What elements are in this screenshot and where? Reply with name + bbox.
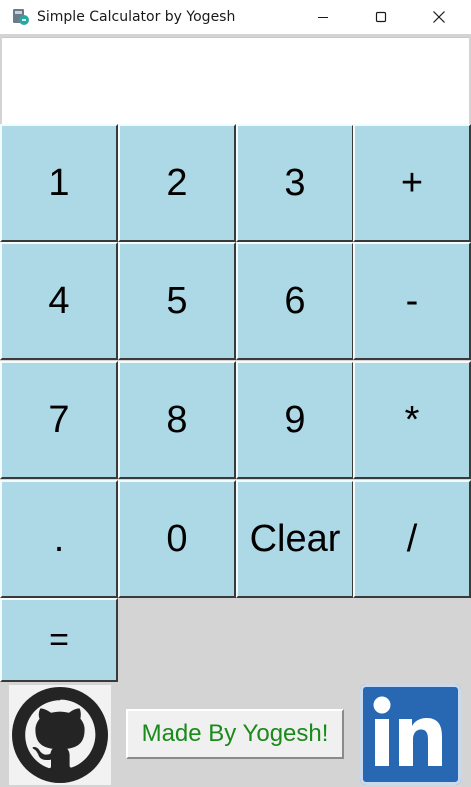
key-multiply[interactable]: * bbox=[353, 361, 471, 479]
app-icon bbox=[12, 8, 30, 26]
title-bar[interactable]: Simple Calculator by Yogesh bbox=[0, 0, 471, 34]
key-0[interactable]: 0 bbox=[118, 480, 236, 598]
key-6[interactable]: 6 bbox=[236, 242, 354, 360]
key-2[interactable]: 2 bbox=[118, 124, 236, 242]
key-5[interactable]: 5 bbox=[118, 242, 236, 360]
key-8[interactable]: 8 bbox=[118, 361, 236, 479]
clear-button[interactable]: Clear bbox=[236, 480, 354, 598]
minimize-button[interactable] bbox=[294, 0, 352, 34]
made-by-button[interactable]: Made By Yogesh! bbox=[126, 709, 344, 759]
key-4[interactable]: 4 bbox=[0, 242, 118, 360]
key-7[interactable]: 7 bbox=[0, 361, 118, 479]
key-3[interactable]: 3 bbox=[236, 124, 354, 242]
maximize-button[interactable] bbox=[352, 0, 410, 34]
calculator-window: Simple Calculator by Yogesh 1 2 3 + 4 5 … bbox=[0, 0, 471, 787]
github-icon bbox=[12, 687, 108, 783]
key-plus[interactable]: + bbox=[353, 124, 471, 242]
linkedin-icon bbox=[373, 696, 442, 766]
close-icon bbox=[433, 11, 445, 23]
calculator-display[interactable] bbox=[2, 37, 469, 124]
github-link[interactable] bbox=[9, 685, 111, 785]
maximize-icon bbox=[375, 11, 387, 23]
key-minus[interactable]: - bbox=[353, 242, 471, 360]
equals-button[interactable]: = bbox=[0, 598, 118, 682]
key-1[interactable]: 1 bbox=[0, 124, 118, 242]
minimize-icon bbox=[318, 17, 328, 18]
close-button[interactable] bbox=[410, 0, 468, 34]
key-decimal[interactable]: . bbox=[0, 480, 118, 598]
key-divide[interactable]: / bbox=[353, 480, 471, 598]
linkedin-link[interactable] bbox=[360, 684, 461, 785]
window-title: Simple Calculator by Yogesh bbox=[37, 9, 236, 25]
key-9[interactable]: 9 bbox=[236, 361, 354, 479]
